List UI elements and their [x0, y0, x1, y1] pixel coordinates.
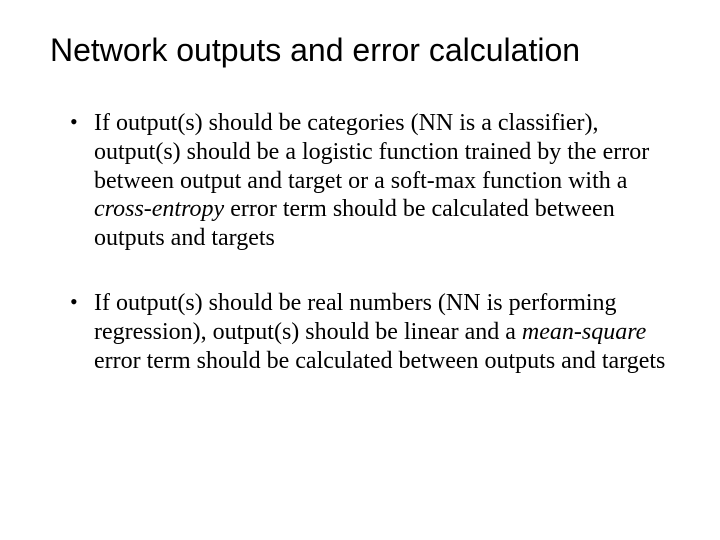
slide: Network outputs and error calculation If… [0, 0, 720, 540]
bullet-text-pre: If output(s) should be categories (NN is… [94, 110, 649, 194]
list-item: If output(s) should be real numbers (NN … [70, 289, 670, 375]
bullet-text-em: cross-entropy [94, 196, 224, 222]
list-item: If output(s) should be categories (NN is… [70, 109, 670, 253]
bullet-text-post: error term should be calculated between … [94, 348, 665, 374]
slide-title: Network outputs and error calculation [50, 32, 670, 69]
bullet-list: If output(s) should be categories (NN is… [50, 109, 670, 375]
bullet-text-em: mean-square [522, 319, 646, 345]
